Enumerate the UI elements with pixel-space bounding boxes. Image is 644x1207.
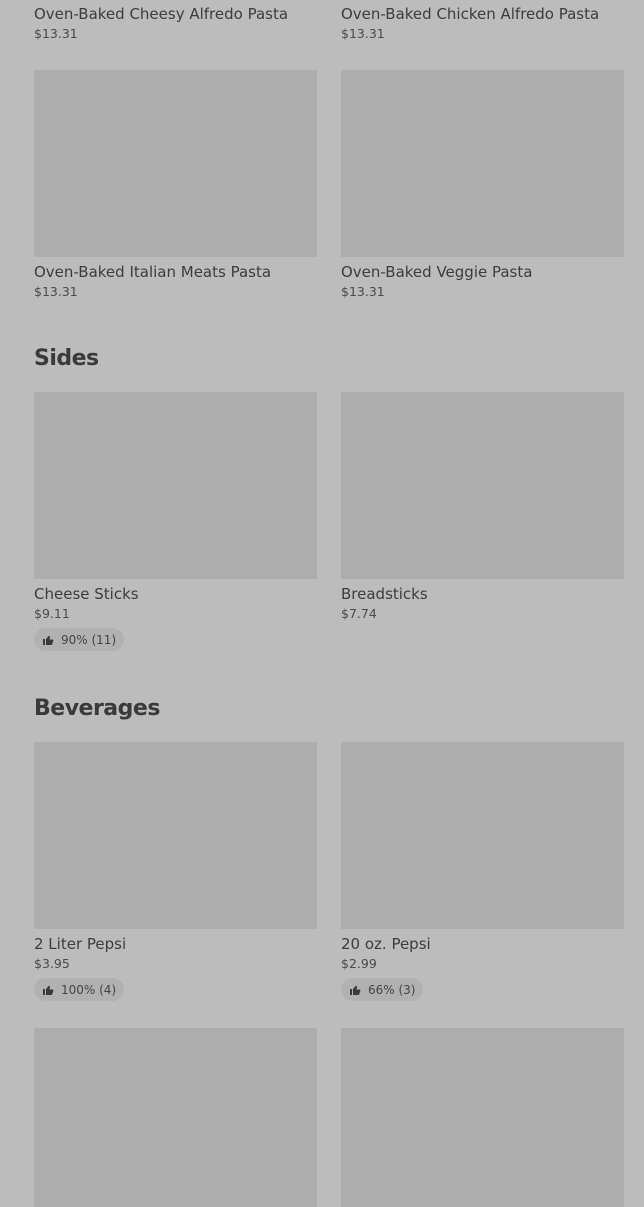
item-image [34, 742, 317, 929]
thumbs-up-icon [42, 984, 54, 996]
thumbs-up-icon [349, 984, 361, 996]
item-image [341, 1028, 624, 1207]
item-image [34, 70, 317, 257]
menu-item-italian-meats-pasta[interactable]: Oven-Baked Italian Meats Pasta $13.31 [34, 70, 317, 300]
menu-item-20-oz-pepsi[interactable]: 20 oz. Pepsi $2.99 66% (3) [341, 742, 624, 1001]
item-price: $7.74 [341, 606, 377, 621]
item-name: Cheese Sticks [34, 585, 139, 603]
menu-item-cheese-sticks[interactable]: Cheese Sticks $9.11 90% (11) [34, 392, 317, 651]
item-image [34, 1028, 317, 1207]
item-price: $13.31 [34, 26, 78, 41]
item-image [341, 742, 624, 929]
item-price: $9.11 [34, 606, 70, 621]
item-price: $3.95 [34, 956, 70, 971]
rating-text: 66% (3) [368, 982, 416, 997]
menu-page: Oven-Baked Cheesy Alfredo Pasta $13.31 O… [0, 0, 644, 1207]
item-price: $13.31 [34, 284, 78, 299]
menu-item-veggie-pasta[interactable]: Oven-Baked Veggie Pasta $13.31 [341, 70, 624, 300]
menu-item-cheesy-alfredo-pasta[interactable]: Oven-Baked Cheesy Alfredo Pasta $13.31 [34, 4, 317, 42]
menu-item-chicken-alfredo-pasta[interactable]: Oven-Baked Chicken Alfredo Pasta $13.31 [341, 4, 624, 42]
item-price: $13.31 [341, 26, 385, 41]
item-name: Breadsticks [341, 585, 428, 603]
item-name: 20 oz. Pepsi [341, 935, 431, 953]
item-image [34, 392, 317, 579]
menu-item-2-liter-pepsi[interactable]: 2 Liter Pepsi $3.95 100% (4) [34, 742, 317, 1001]
item-image [341, 70, 624, 257]
item-name: Oven-Baked Cheesy Alfredo Pasta [34, 5, 289, 23]
rating-badge: 66% (3) [341, 978, 424, 1001]
rating-badge: 90% (11) [34, 628, 125, 651]
section-title-sides: Sides [34, 346, 99, 371]
menu-item-beverage-4[interactable] [341, 1028, 624, 1207]
item-image [341, 392, 624, 579]
thumbs-up-icon [42, 634, 54, 646]
rating-badge: 100% (4) [34, 978, 125, 1001]
menu-item-breadsticks[interactable]: Breadsticks $7.74 [341, 392, 624, 622]
rating-text: 100% (4) [61, 982, 117, 997]
item-name: 2 Liter Pepsi [34, 935, 127, 953]
menu-item-beverage-3[interactable] [34, 1028, 317, 1207]
section-title-beverages: Beverages [34, 696, 160, 721]
item-name: Oven-Baked Italian Meats Pasta [34, 263, 272, 281]
item-name: Oven-Baked Chicken Alfredo Pasta [341, 5, 600, 23]
rating-text: 90% (11) [61, 632, 117, 647]
item-name: Oven-Baked Veggie Pasta [341, 263, 533, 281]
item-price: $2.99 [341, 956, 377, 971]
item-price: $13.31 [341, 284, 385, 299]
